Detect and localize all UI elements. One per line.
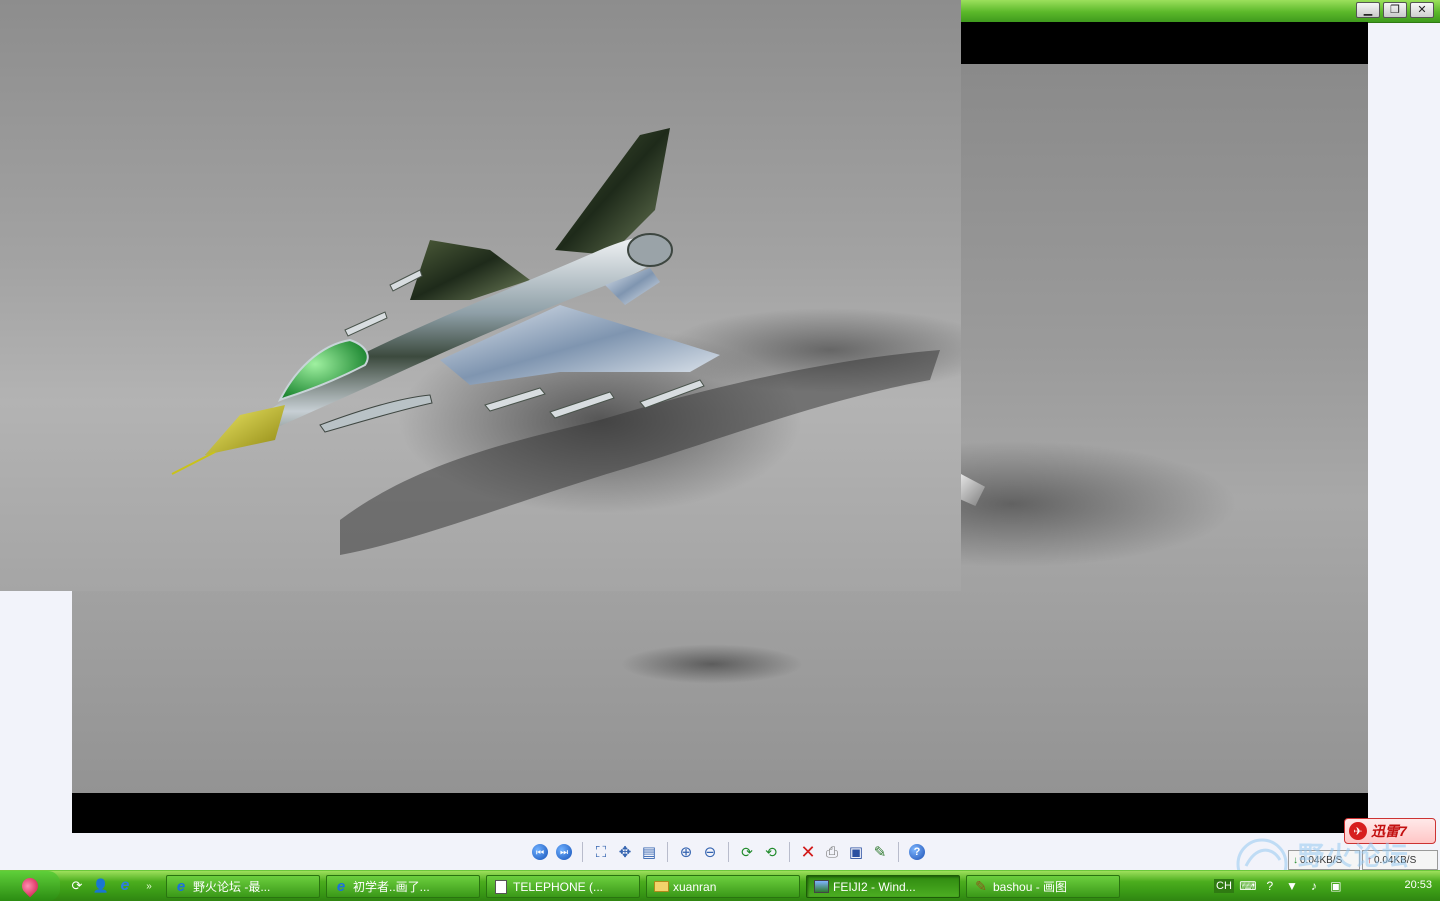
toolbar-separator [789,842,790,862]
image-viewer-icon [813,879,829,895]
skip-back-icon: ⏮ [532,844,548,860]
xunlei-icon: ✈ [1349,822,1367,840]
rotate-clockwise-button[interactable]: ⟳ [735,840,759,864]
actual-size-icon: ✥ [618,844,632,861]
fit-screen-icon: ⛶ [595,843,607,861]
rotate-clockwise-icon: ⟳ [741,843,753,860]
actual-size-button[interactable]: ✥ [613,840,637,864]
previous-image-button[interactable]: ⏮ [528,840,552,864]
xunlei-floating-badge[interactable]: ✈ 迅雷7 [1344,818,1436,844]
window-controls: ▁ ❐ ✕ [1356,2,1434,18]
zoom-out-icon: ⊖ [703,844,717,861]
upload-speed-indicator: ↑ 0.04KB/S [1362,850,1438,870]
zoom-in-icon: ⊕ [679,844,693,861]
rotate-counterclockwise-icon: ⟲ [765,843,777,860]
upload-speed-value: 0.04KB/S [1374,854,1417,866]
tray-clock: 20:53 [1404,879,1432,891]
taskbar-item-feiji2[interactable]: FEIJI2 - Wind... [806,875,960,898]
chevron-more-icon[interactable]: » [140,877,158,895]
network-connection-icon[interactable]: ▣ [1328,878,1344,894]
download-speed-value: 0.04KB/S [1300,854,1343,866]
folder-icon [653,879,669,895]
taskbar-item-label: 初学者..画了... [353,880,430,894]
quick-launch-bar: ⟳ 👤 e » [68,877,158,895]
slideshow-icon: ▤ [641,844,657,861]
taskbar-item-label: FEIJI2 - Wind... [833,879,916,894]
taskbar-item-xuanran[interactable]: xuanran [646,875,800,898]
help-button[interactable]: ? [905,840,929,864]
close-button[interactable]: ✕ [1410,2,1434,18]
taskbar-item-telephone[interactable]: TELEPHONE (... [486,875,640,898]
toolbar-separator [582,842,583,862]
toolbar-separator [728,842,729,862]
taskbar-item-forum-1[interactable]: e 野火论坛 -最... [166,875,320,898]
taskbar-item-bashou[interactable]: ✎ bashou - 画图 [966,875,1120,898]
download-speed-indicator: ↓ 0.04KB/S [1288,850,1360,870]
paint-icon: ✎ [975,878,987,894]
download-arrow-icon: ↓ [1293,854,1298,866]
xunlei-label: 迅雷7 [1371,823,1407,839]
volume-icon[interactable]: ♪ [1306,878,1322,894]
zoom-in-button[interactable]: ⊕ [674,840,698,864]
jet-engine-nozzle [627,233,673,267]
print-button[interactable]: ⎙ [820,840,844,864]
ie-icon: e [336,878,346,895]
save-icon: ▣ [848,844,864,861]
delete-button[interactable]: ✕ [796,840,820,864]
taskbar-item-forum-2[interactable]: e 初学者..画了... [326,875,480,898]
taskbar: ⟳ 👤 e » e 野火论坛 -最... e 初学者..画了... TELEPH… [0,870,1440,901]
help-tray-icon[interactable]: ? [1262,878,1278,894]
fighter-jet-illustration [171,128,940,555]
best-fit-button[interactable]: ⛶ [589,840,613,864]
taskbar-item-label: xuanran [673,879,717,894]
keyboard-icon[interactable]: ⌨ [1239,878,1256,894]
jet-wing-fragment [961,474,985,506]
upload-arrow-icon: ↑ [1367,854,1372,866]
language-indicator[interactable]: CH [1214,879,1234,893]
ie-icon: e [176,878,186,895]
jet-shadow [340,350,940,555]
taskbar-item-label: 野火论坛 -最... [193,880,271,894]
save-button[interactable]: ▣ [844,840,868,864]
toolbar-separator [898,842,899,862]
refresh-icon[interactable]: ⟳ [68,877,86,895]
skip-forward-icon: ⏭ [556,844,572,860]
rotate-counterclockwise-button[interactable]: ⟲ [759,840,783,864]
slideshow-button[interactable]: ▤ [637,840,661,864]
edit-image-icon: ✎ [873,844,887,861]
print-icon: ⎙ [825,843,838,861]
next-image-button[interactable]: ⏭ [552,840,576,864]
viewer-title-bar[interactable]: ▁ ❐ ✕ [961,0,1440,23]
restore-button[interactable]: ❐ [1383,2,1407,18]
taskbar-item-label: bashou - 画图 [993,880,1068,894]
zoom-out-button[interactable]: ⊖ [698,840,722,864]
open-editor-button[interactable]: ✎ [868,840,892,864]
ie-icon[interactable]: e [116,877,134,895]
help-icon: ? [909,844,925,860]
viewer-toolbar: ⏮ ⏭ ⛶ ✥ ▤ ⊕ ⊖ ⟳ ⟲ ✕ ⎙ ▣ ✎ ? [528,838,929,866]
toolbar-separator [667,842,668,862]
jet-nose-cone [205,405,285,455]
start-button[interactable] [0,871,60,901]
taskbar-item-label: TELEPHONE (... [513,879,604,894]
network-icon[interactable]: ▼ [1284,878,1300,894]
jet-render-image [0,0,961,591]
start-logo-icon [18,874,42,898]
jet-pitot-probe [171,451,216,475]
system-tray: CH ⌨ ? ▼ ♪ ▣ 20:53 [1208,871,1440,901]
delete-icon: ✕ [800,841,816,862]
user-icon[interactable]: 👤 [92,877,110,895]
document-icon [493,879,509,895]
minimize-button[interactable]: ▁ [1356,2,1380,18]
